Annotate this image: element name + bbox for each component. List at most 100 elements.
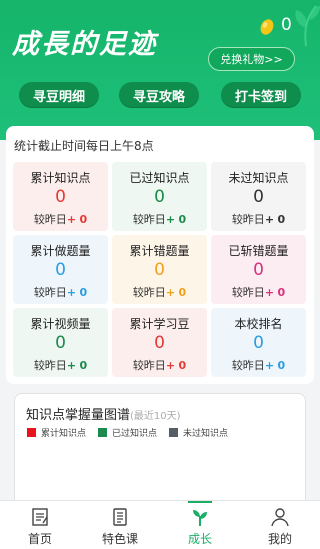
stat-delta-prefix: 较昨日: [231, 286, 265, 299]
tab-label: 我的: [267, 532, 292, 546]
check-in-button[interactable]: 打卡签到: [221, 82, 301, 108]
stat-label: 本校排名: [234, 317, 283, 331]
stat-delta-sign: +: [66, 213, 77, 226]
stat-delta-prefix: 较昨日: [231, 213, 265, 226]
tab-profile[interactable]: 我的: [240, 501, 320, 549]
stat-delta-sign: +: [66, 359, 77, 372]
stat-cell-total-knowledge: 累计知识点 0 较昨日+ 0: [13, 162, 108, 231]
legend-swatch: [169, 428, 179, 437]
tab-growth[interactable]: 成长: [160, 501, 240, 549]
stat-delta: 较昨日+ 0: [112, 357, 207, 373]
growth-icon: [189, 506, 211, 528]
legend-label: 累计知识点: [41, 429, 87, 439]
stat-delta-prefix: 较昨日: [33, 286, 67, 299]
legend-swatch: [27, 428, 36, 437]
stat-delta: 较昨日+ 0: [13, 211, 108, 227]
stat-delta-prefix: 较昨日: [231, 359, 265, 372]
stat-delta-prefix: 较昨日: [132, 213, 166, 226]
legend-label: 已过知识点: [112, 429, 158, 439]
bean-details-button[interactable]: 寻豆明细: [19, 82, 99, 108]
stats-grid: 累计知识点 0 较昨日+ 0 已过知识点 0 较昨日+ 0 未过知识点 0 较昨日+ 0 累计做题…: [13, 162, 307, 377]
stat-delta: 较昨日+ 0: [13, 284, 108, 300]
stat-value: 0: [154, 260, 165, 280]
stat-delta-value: 0: [277, 286, 286, 299]
stat-delta-value: 0: [79, 213, 88, 226]
stat-label: 累计做题量: [30, 244, 91, 258]
stat-delta-value: 0: [79, 359, 88, 372]
stat-cell-total-wrong: 累计错题量 0 较昨日+ 0: [112, 235, 207, 304]
stat-cell-total-beans: 累计学习豆 0 较昨日+ 0: [112, 308, 207, 377]
stat-delta-value: 0: [79, 286, 88, 299]
stat-label: 累计错题量: [129, 244, 190, 258]
stat-value: 0: [253, 333, 264, 353]
stat-delta-sign: +: [165, 286, 176, 299]
bean-guide-button[interactable]: 寻豆攻略: [119, 82, 199, 108]
stat-value: 0: [253, 260, 264, 280]
stat-delta-sign: +: [264, 213, 275, 226]
tab-label: 成长: [187, 532, 212, 546]
stat-delta-value: 0: [178, 286, 187, 299]
leaf-decoration-icon: [295, 5, 320, 47]
stats-cutoff-note: 统计截止时间每日上午8点: [14, 139, 154, 153]
page-title: 成長的足迹: [12, 29, 157, 60]
stat-cell-total-questions: 累计做题量 0 较昨日+ 0: [13, 235, 108, 304]
stat-delta-sign: +: [264, 359, 275, 372]
stat-cell-passed-knowledge: 已过知识点 0 较昨日+ 0: [112, 162, 207, 231]
stat-delta-value: 0: [277, 359, 286, 372]
legend-item: 未过知识点: [169, 426, 228, 439]
stat-delta: 较昨日+ 0: [112, 284, 207, 300]
stat-delta-sign: +: [264, 286, 275, 299]
chart-title-text: 知识点掌握量图谱: [26, 408, 131, 423]
stat-value: 0: [55, 187, 66, 207]
stat-delta-sign: +: [66, 286, 77, 299]
stat-value: 0: [154, 187, 165, 207]
stat-delta: 较昨日+ 0: [211, 357, 306, 373]
course-icon: [109, 506, 131, 528]
stats-card: 统计截止时间每日上午8点 累计知识点 0 较昨日+ 0 已过知识点 0 较昨日+ 0 未过知…: [6, 126, 314, 384]
stat-delta-value: 0: [178, 213, 187, 226]
bottom-tab-bar: 首页 特色课 成长 我的: [0, 500, 320, 549]
stat-delta-prefix: 较昨日: [33, 359, 67, 372]
chart-subtitle: (最近10天): [130, 411, 181, 422]
tab-label: 特色课: [101, 532, 138, 546]
tab-course[interactable]: 特色课: [80, 501, 160, 549]
stat-delta-prefix: 较昨日: [33, 213, 67, 226]
stat-cell-failed-knowledge: 未过知识点 0 较昨日+ 0: [211, 162, 306, 231]
stat-label: 累计知识点: [30, 171, 91, 185]
stat-value: 0: [55, 333, 66, 353]
stat-delta-sign: +: [165, 359, 176, 372]
stat-cell-total-videos: 累计视频量 0 较昨日+ 0: [13, 308, 108, 377]
stat-value: 0: [253, 187, 264, 207]
stat-label: 已斩错题量: [228, 244, 289, 258]
tab-label: 首页: [27, 532, 52, 546]
stat-delta: 较昨日+ 0: [211, 211, 306, 227]
legend-item: 已过知识点: [98, 426, 157, 439]
stat-delta-sign: +: [165, 213, 176, 226]
stat-value: 0: [55, 260, 66, 280]
stat-label: 未过知识点: [228, 171, 289, 185]
chart-title: 知识点掌握量图谱(最近10天): [26, 404, 181, 423]
stat-delta-prefix: 较昨日: [132, 359, 166, 372]
chart-legend: 累计知识点 已过知识点 未过知识点: [27, 426, 240, 439]
profile-icon: [269, 506, 291, 528]
bean-icon: [260, 19, 274, 35]
legend-label: 未过知识点: [183, 429, 229, 439]
stat-cell-cleared-wrong: 已斩错题量 0 较昨日+ 0: [211, 235, 306, 304]
legend-swatch: [98, 428, 108, 437]
stat-label: 累计学习豆: [129, 317, 190, 331]
stat-delta-value: 0: [178, 359, 187, 372]
stat-value: 0: [154, 333, 165, 353]
home-icon: [29, 506, 51, 528]
stat-delta-prefix: 较昨日: [132, 286, 166, 299]
stat-delta: 较昨日+ 0: [211, 284, 306, 300]
stat-label: 累计视频量: [30, 317, 91, 331]
header: 成長的足迹 0 兑换礼物>> 寻豆明细 寻豆攻略 打卡签到: [0, 0, 320, 140]
stat-cell-school-rank: 本校排名 0 较昨日+ 0: [211, 308, 306, 377]
stat-delta: 较昨日+ 0: [112, 211, 207, 227]
tab-home[interactable]: 首页: [0, 501, 80, 549]
stat-label: 已过知识点: [129, 171, 190, 185]
redeem-gift-button[interactable]: 兑换礼物>>: [208, 47, 295, 71]
stat-delta: 较昨日+ 0: [13, 357, 108, 373]
legend-item: 累计知识点: [27, 426, 86, 439]
stat-delta-value: 0: [277, 213, 286, 226]
